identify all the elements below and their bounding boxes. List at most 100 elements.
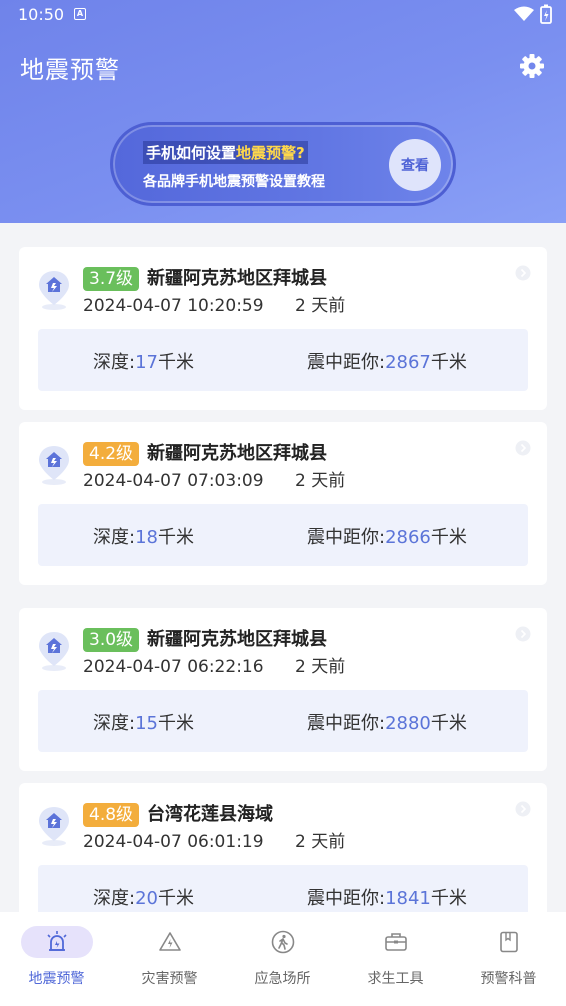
depth-number: 18 bbox=[135, 527, 158, 548]
depth-value: 深度:17千米 bbox=[93, 348, 194, 374]
distance-label: 震中距你: bbox=[307, 527, 386, 548]
epicenter-location: 新疆阿克苏地区拜城县 bbox=[147, 443, 327, 464]
warning-triangle-icon bbox=[158, 932, 181, 951]
distance-unit: 千米 bbox=[430, 527, 467, 548]
distance-label: 震中距你: bbox=[307, 352, 386, 373]
distance-value: 震中距你:1841千米 bbox=[307, 884, 467, 910]
epicenter-location: 新疆阿克苏地区拜城县 bbox=[147, 268, 327, 289]
earthquake-location-icon bbox=[39, 632, 69, 671]
earthquake-location-icon bbox=[39, 271, 69, 310]
distance-value: 震中距你:2866千米 bbox=[307, 523, 467, 549]
page-title: 地震预警 bbox=[20, 56, 120, 84]
depth-value: 深度:18千米 bbox=[93, 523, 194, 549]
toolbox-icon bbox=[384, 933, 407, 951]
epicenter-location: 新疆阿克苏地区拜城县 bbox=[147, 629, 327, 650]
distance-unit: 千米 bbox=[430, 888, 467, 909]
depth-unit: 千米 bbox=[157, 888, 194, 909]
depth-unit: 千米 bbox=[157, 713, 194, 734]
magnitude-badge: 4.2级 bbox=[83, 442, 140, 466]
alarm-icon bbox=[46, 931, 67, 951]
distance-label: 震中距你: bbox=[307, 713, 386, 734]
distance-label: 震中距你: bbox=[307, 888, 386, 909]
tab-label: 应急场所 bbox=[254, 971, 311, 987]
chevron-right-icon[interactable] bbox=[515, 801, 531, 817]
depth-value: 深度:15千米 bbox=[93, 709, 194, 735]
tab-label: 求生工具 bbox=[367, 971, 424, 987]
magnitude-badge: 3.0级 bbox=[83, 628, 140, 652]
banner-headline-prefix: 手机如何设置 bbox=[146, 144, 237, 162]
distance-number: 2866 bbox=[385, 527, 431, 548]
status-bar: 10:50 A bbox=[0, 0, 566, 30]
tab-icon-wrap bbox=[20, 926, 93, 958]
tab-icon-wrap bbox=[360, 926, 432, 958]
event-details: 深度:18千米 震中距你:2866千米 bbox=[38, 504, 528, 566]
earthquake-card[interactable]: 3.0级 新疆阿克苏地区拜城县 2024-04-07 06:22:16 2 天前… bbox=[19, 608, 547, 771]
chevron-right-icon[interactable] bbox=[515, 626, 531, 642]
distance-number: 2880 bbox=[385, 713, 431, 734]
depth-value: 深度:20千米 bbox=[93, 884, 194, 910]
event-details: 深度:20千米 震中距你:1841千米 bbox=[38, 865, 528, 912]
chevron-right-icon[interactable] bbox=[515, 440, 531, 456]
banner-headline: 手机如何设置地震预警? bbox=[143, 141, 308, 164]
earthquake-card[interactable]: 4.8级 台湾花莲县海域 2024-04-07 06:01:19 2 天前 深度… bbox=[19, 783, 547, 912]
depth-label: 深度: bbox=[93, 527, 136, 548]
distance-unit: 千米 bbox=[430, 713, 467, 734]
earthquake-card[interactable]: 4.2级 新疆阿克苏地区拜城县 2024-04-07 07:03:09 2 天前… bbox=[19, 422, 547, 585]
magnitude-badge: 3.7级 bbox=[83, 267, 140, 291]
depth-label: 深度: bbox=[93, 713, 136, 734]
depth-number: 20 bbox=[135, 888, 158, 909]
banner-headline-highlight: 地震预警 bbox=[236, 144, 297, 162]
earthquake-list[interactable]: 3.7级 新疆阿克苏地区拜城县 2024-04-07 10:20:59 2 天前… bbox=[0, 223, 566, 912]
tab-icon-wrap bbox=[247, 926, 319, 958]
event-time: 2024-04-07 07:03:09 bbox=[83, 471, 264, 491]
settings-tutorial-banner[interactable]: 手机如何设置地震预警? 各品牌手机地震预警设置教程 查看 bbox=[110, 122, 456, 206]
distance-value: 震中距你:2867千米 bbox=[307, 348, 467, 374]
event-details: 深度:15千米 震中距你:2880千米 bbox=[38, 690, 528, 752]
header: 10:50 A 地震预警 手机如何设置地震预警? 各品牌手机地震预警设置教程 查… bbox=[0, 0, 566, 223]
epicenter-location: 台湾花莲县海域 bbox=[147, 804, 273, 825]
tab-label: 地震预警 bbox=[28, 971, 85, 987]
banner-subtitle: 各品牌手机地震预警设置教程 bbox=[143, 174, 325, 190]
event-details: 深度:17千米 震中距你:2867千米 bbox=[38, 329, 528, 391]
distance-unit: 千米 bbox=[430, 352, 467, 373]
tab-icon-wrap bbox=[473, 926, 545, 958]
tab-earthquake-warning[interactable]: 地震预警 bbox=[0, 912, 113, 1006]
depth-unit: 千米 bbox=[157, 352, 194, 373]
gear-icon[interactable] bbox=[518, 52, 546, 80]
distance-value: 震中距你:2880千米 bbox=[307, 709, 467, 735]
notification-icon: A bbox=[74, 8, 86, 20]
magnitude-badge: 4.8级 bbox=[83, 803, 140, 827]
depth-unit: 千米 bbox=[157, 527, 194, 548]
tab-icon-wrap bbox=[134, 926, 206, 958]
tab-disaster-warning[interactable]: 灾害预警 bbox=[113, 912, 226, 1006]
time-ago: 2 天前 bbox=[295, 296, 346, 316]
earthquake-location-icon bbox=[39, 446, 69, 485]
time-ago: 2 天前 bbox=[295, 657, 346, 677]
event-time: 2024-04-07 06:01:19 bbox=[83, 832, 264, 852]
battery-icon bbox=[540, 4, 552, 24]
walking-person-icon bbox=[271, 930, 294, 954]
time-ago: 2 天前 bbox=[295, 471, 346, 491]
tab-label: 灾害预警 bbox=[141, 971, 198, 987]
status-time: 10:50 bbox=[18, 5, 65, 24]
tab-label: 预警科普 bbox=[480, 971, 537, 987]
tab-warning-education[interactable]: 预警科普 bbox=[452, 912, 565, 1006]
earthquake-location-icon bbox=[39, 807, 69, 846]
view-button[interactable]: 查看 bbox=[389, 139, 441, 191]
depth-label: 深度: bbox=[93, 888, 136, 909]
time-ago: 2 天前 bbox=[295, 832, 346, 852]
event-time: 2024-04-07 10:20:59 bbox=[83, 296, 264, 316]
status-icons bbox=[514, 4, 552, 24]
wifi-icon bbox=[514, 6, 534, 21]
distance-number: 1841 bbox=[385, 888, 431, 909]
depth-number: 15 bbox=[135, 713, 158, 734]
tab-emergency-shelters[interactable]: 应急场所 bbox=[226, 912, 339, 1006]
bottom-nav: 地震预警 灾害预警 应急场所 求生工具 预警科普 bbox=[0, 912, 566, 1006]
depth-number: 17 bbox=[135, 352, 158, 373]
event-time: 2024-04-07 06:22:16 bbox=[83, 657, 264, 677]
book-icon bbox=[499, 931, 518, 953]
tab-survival-tools[interactable]: 求生工具 bbox=[339, 912, 452, 1006]
banner-headline-suffix: ? bbox=[296, 144, 305, 162]
earthquake-card[interactable]: 3.7级 新疆阿克苏地区拜城县 2024-04-07 10:20:59 2 天前… bbox=[19, 247, 547, 410]
chevron-right-icon[interactable] bbox=[515, 265, 531, 281]
